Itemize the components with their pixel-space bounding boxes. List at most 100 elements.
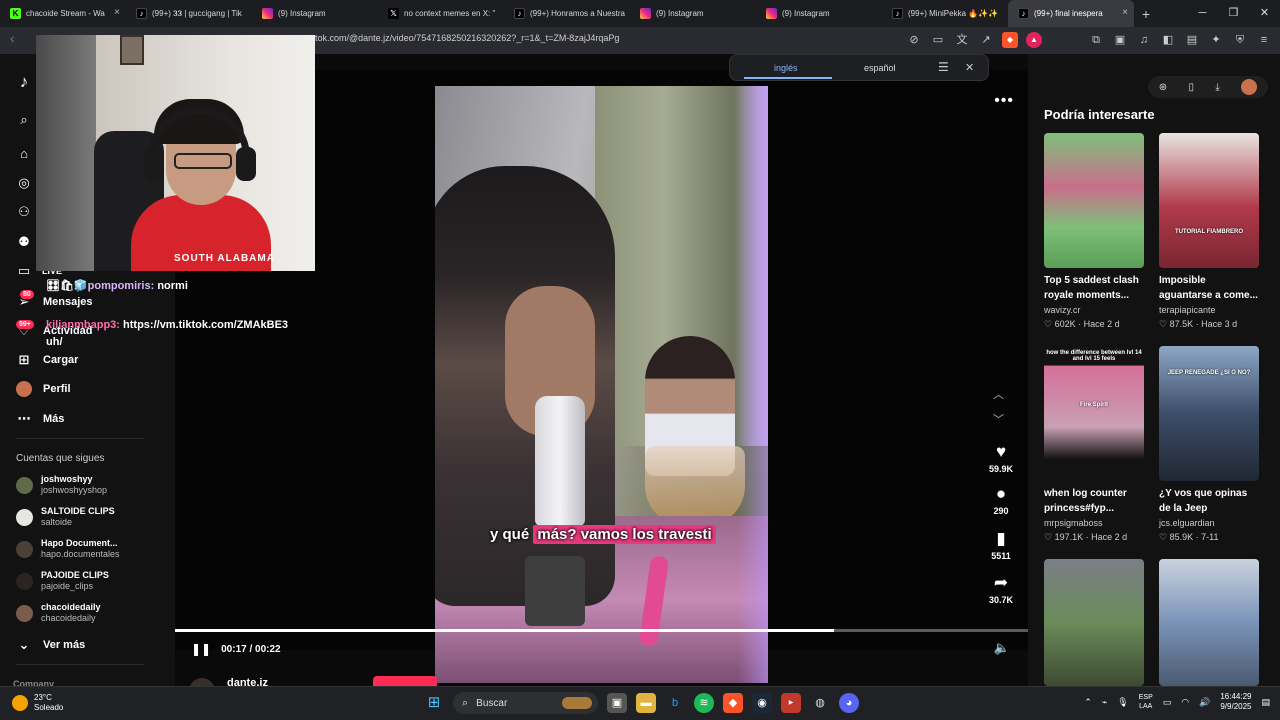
save-button[interactable]: ▮ 5511	[983, 529, 1019, 561]
chevron-up-icon[interactable]: ︿	[993, 386, 1004, 402]
device-icon[interactable]: ▯	[1189, 82, 1195, 93]
new-tab-button[interactable]: +	[1134, 6, 1158, 22]
home-icon[interactable]: ⌂	[16, 146, 32, 162]
recommended-video[interactable]: JEEP RENEGADE ¿SI O NO? ¿Y vos que opina…	[1159, 346, 1259, 543]
see-more-link[interactable]: ⌄ Ver más	[16, 637, 86, 653]
display-icon[interactable]: ▭	[1163, 697, 1172, 708]
menu-icon[interactable]: ≡	[1256, 32, 1272, 48]
language-indicator[interactable]: ESP LAA	[1139, 693, 1153, 711]
browser-tab[interactable]: ♪ (99+) 𝟑𝟑 | guccigang | Tik	[126, 0, 252, 27]
live-icon[interactable]: ▭	[16, 263, 32, 279]
share-button[interactable]: ➦ 30.7K	[983, 573, 1019, 605]
back-icon[interactable]: ‹	[10, 30, 15, 46]
following-item[interactable]: joshwoshyy joshwoshyyshop	[16, 474, 107, 496]
network-icon[interactable]: ⌁	[1102, 697, 1107, 708]
maximize-icon[interactable]: ❐	[1218, 0, 1249, 27]
comment-button[interactable]: ● 290	[983, 484, 1019, 516]
video-progress-bar[interactable]	[175, 629, 1028, 632]
translate-from-lang[interactable]: inglés	[774, 63, 798, 73]
url-text[interactable]: tok.com/@dante.jz/video/7547168250216320…	[315, 33, 619, 43]
minimize-icon[interactable]: ─	[1187, 0, 1218, 27]
following-item[interactable]: Hapo Document... hapo.documentales	[16, 538, 120, 560]
video-thumbnail: TUTORIAL FIAMBRERO	[1159, 133, 1259, 268]
playback-controls: ❚❚ 00:17 / 00:22	[191, 642, 281, 656]
like-button[interactable]: ♥ 59.9K	[983, 442, 1019, 474]
video-time: 00:17 / 00:22	[221, 643, 281, 655]
sidebar-item-mas[interactable]: ⋯ Más	[16, 411, 65, 427]
volume-icon[interactable]: 🔊	[1199, 697, 1210, 708]
windows-start-icon[interactable]: ⊞	[424, 693, 444, 713]
search-icon[interactable]: ⌕	[16, 112, 32, 128]
obs-icon[interactable]: ◍	[810, 693, 830, 713]
video-thumbnail	[1044, 559, 1144, 686]
friends-icon[interactable]: ⚉	[16, 234, 32, 250]
browser-tab[interactable]: (9) Instagram	[252, 0, 378, 27]
vpn-icon[interactable]: ⛨	[1232, 32, 1248, 48]
mic-icon[interactable]: 🎙	[1117, 697, 1128, 708]
browser-tab[interactable]: ♪ (99+) MiniPekka 🔥✨✨	[882, 0, 1008, 27]
taskbar-search[interactable]: ⌕ Buscar	[453, 692, 598, 714]
share-arrow-icon: ➦	[993, 573, 1009, 592]
more-options-icon[interactable]: •••	[994, 92, 1014, 110]
close-icon[interactable]: ×	[1122, 7, 1128, 18]
chevron-down-icon[interactable]: ﹀	[993, 411, 1004, 427]
close-icon[interactable]: ✕	[965, 61, 974, 74]
translate-to-lang[interactable]: español	[864, 63, 896, 73]
pause-icon[interactable]: ❚❚	[191, 642, 211, 656]
recommended-video[interactable]: TUTORIAL FIAMBRERO Imposible aguantarse …	[1159, 133, 1259, 330]
screenshot-icon[interactable]: ▣	[1112, 32, 1128, 48]
extensions-icon[interactable]: ⧉	[1088, 32, 1104, 48]
translate-menu-icon[interactable]: ☰	[938, 60, 949, 74]
browser-tab[interactable]: (9) Instagram	[756, 0, 882, 27]
steam-icon[interactable]: ◉	[752, 693, 772, 713]
following-icon[interactable]: ⚇	[16, 204, 32, 220]
recommended-video[interactable]	[1044, 559, 1144, 686]
autoplay-icon[interactable]: ⊛	[1159, 82, 1167, 93]
following-item[interactable]: SALTOIDE CLIPS saltoide	[16, 506, 115, 528]
recommended-video[interactable]: Top 5 saddest clash royale moments... wa…	[1044, 133, 1144, 330]
browser-tab[interactable]: (9) Instagram	[630, 0, 756, 27]
file-explorer-icon[interactable]: ▬	[636, 693, 656, 713]
video-frame[interactable]: y qué más? vamos los travesti	[435, 86, 768, 683]
clock[interactable]: 16:44:29 9/9/2025	[1220, 692, 1251, 712]
browser-tab[interactable]: Kchacoide Stream - Wa ×	[0, 0, 126, 27]
brave-shield-icon[interactable]: ◆	[1002, 32, 1018, 48]
display-icon[interactable]: ▭	[930, 32, 946, 48]
close-window-icon[interactable]: ✕	[1249, 0, 1280, 27]
browser-tab-active[interactable]: ♪ (99+) final inespera ×	[1008, 0, 1134, 27]
notification-icon[interactable]: ▤	[1261, 697, 1270, 708]
close-icon[interactable]: ×	[114, 7, 120, 18]
spotify-icon[interactable]: ≋	[694, 693, 714, 713]
translate-icon[interactable]: 文	[954, 32, 970, 48]
discord-icon[interactable]: ◕	[839, 693, 859, 713]
following-item[interactable]: chacoidedaily chacoidedaily	[16, 602, 101, 624]
tiktok-logo-icon[interactable]: ♪	[16, 73, 32, 90]
ai-icon[interactable]: ✦	[1208, 32, 1224, 48]
chevron-up-icon[interactable]: ⌃	[1084, 697, 1092, 708]
no-tracking-icon[interactable]: ⊘	[906, 32, 922, 48]
brave-icon[interactable]: ◆	[723, 693, 743, 713]
recommended-video[interactable]	[1159, 559, 1259, 686]
weather-widget[interactable]: 23°C Soleado	[12, 693, 63, 713]
avatar[interactable]	[1241, 79, 1258, 95]
wallet-icon[interactable]: ▤	[1184, 32, 1200, 48]
explore-icon[interactable]: ◎	[16, 175, 32, 191]
following-item[interactable]: PAJOIDE CLIPS pajoide_clips	[16, 570, 109, 592]
rewards-icon[interactable]: ▲	[1026, 32, 1042, 48]
tiktok-icon: ♪	[892, 8, 903, 19]
recommended-video[interactable]: how the difference between lvl 14 and lv…	[1044, 346, 1144, 543]
movie-maker-icon[interactable]: ▶	[781, 693, 801, 713]
sidebar-item-perfil[interactable]: Perfil	[16, 381, 71, 397]
task-view-icon[interactable]: ▣	[607, 693, 627, 713]
browser-tab[interactable]: 𝕏no context memes en X: "	[378, 0, 504, 27]
sidebar-item-cargar[interactable]: ⊞ Cargar	[16, 352, 79, 368]
music-icon[interactable]: ♫	[1136, 32, 1152, 48]
browser-tab[interactable]: ♪ (99+) Honramos a Nuestra	[504, 0, 630, 27]
share-icon[interactable]: ↗	[978, 32, 994, 48]
bing-icon[interactable]: b	[665, 693, 685, 713]
sidebar-toggle-icon[interactable]: ◧	[1160, 32, 1176, 48]
volume-icon[interactable]: 🔈	[994, 640, 1010, 656]
wifi-icon[interactable]: ◠	[1181, 697, 1189, 708]
video-thumbnail	[1044, 133, 1144, 268]
download-icon[interactable]: ⤓	[1215, 82, 1219, 93]
